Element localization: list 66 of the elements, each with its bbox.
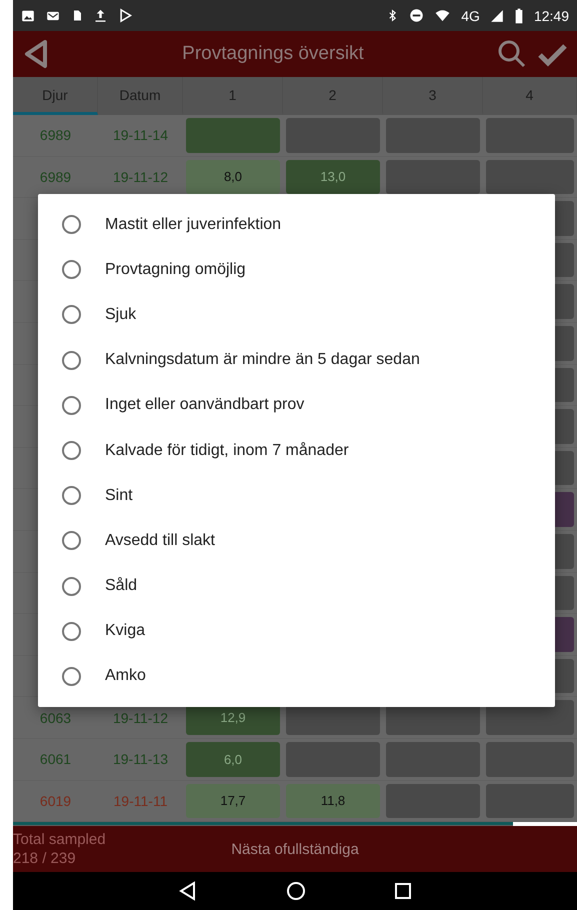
battery-icon [514,8,524,24]
animal-id: 6989 [40,168,72,185]
sample-date: 19-11-13 [112,751,168,768]
radio-button[interactable] [62,531,81,550]
sample-cell[interactable] [386,160,480,194]
recents-icon[interactable] [394,882,412,900]
sample-cell[interactable] [486,118,574,153]
reason-option[interactable]: Kalvningsdatum är mindre än 5 dagar sedan [38,338,555,383]
sample-date: 19-11-12 [112,710,168,726]
back-icon[interactable] [178,881,198,901]
sample-cell[interactable] [386,742,480,776]
sample-date: 19-11-14 [112,127,168,144]
sample-cell[interactable] [286,742,380,776]
sample-cell[interactable]: 17,7 [186,784,280,818]
reason-option[interactable]: Såld [38,564,555,609]
animal-id: 6019 [40,792,72,809]
sample-cell[interactable] [486,160,574,194]
image-icon [21,8,35,22]
back-button[interactable] [23,39,49,69]
total-sampled: Total sampled 218 / 239 [13,830,107,868]
reason-option[interactable]: Provtagning omöjlig [38,247,555,292]
sample-cell[interactable] [386,784,480,818]
radio-button[interactable] [62,215,81,234]
reason-option[interactable]: Amko [38,654,555,700]
animal-id: 6061 [40,751,72,768]
home-icon[interactable] [286,881,306,901]
play-icon [118,8,133,23]
radio-button[interactable] [62,576,81,596]
sample-cell[interactable]: 8,0 [186,160,280,194]
reason-option[interactable]: Sjuk [38,292,555,338]
radio-button[interactable] [62,486,81,506]
reason-option[interactable]: Sint [38,473,555,518]
animal-id: 6063 [40,710,72,726]
search-button[interactable] [497,39,527,69]
sample-cell[interactable] [486,784,574,818]
radio-button[interactable] [62,305,81,324]
reason-option[interactable]: Mastit eller juverinfektion [38,202,555,248]
sample-cell[interactable]: 13,0 [286,160,380,194]
sample-cell[interactable]: 11,8 [286,784,380,818]
sample-date: 19-11-11 [114,792,168,809]
radio-button[interactable] [62,622,81,641]
do-not-disturb-icon [409,8,424,23]
reason-option[interactable]: Kalvade för tidigt, inom 7 månader [38,428,555,474]
sample-cell[interactable] [386,118,480,153]
radio-button[interactable] [62,396,81,415]
animal-id: 6989 [40,127,72,144]
sample-date: 19-11-12 [112,168,168,185]
radio-button[interactable] [62,441,81,460]
next-incomplete-button[interactable]: Nästa ofullständiga [225,834,365,864]
reason-option[interactable]: Avsedd till slakt [38,518,555,564]
wifi-icon [434,8,452,23]
network-type: 4G [461,8,480,24]
radio-button[interactable] [62,666,81,686]
sim-card-icon [71,8,83,23]
screen-title: Provtagnings översikt [181,43,365,65]
upload-icon [93,8,108,23]
sample-cell[interactable] [286,118,380,153]
sample-cell[interactable] [486,742,574,776]
reason-option[interactable]: Inget eller oanvändbart prov [38,382,555,428]
sample-cell[interactable]: 6,0 [186,742,280,776]
clock-time: 12:49 [534,8,569,24]
radio-button[interactable] [62,260,81,280]
reason-option[interactable]: Kviga [38,608,555,654]
signal-icon [490,8,504,22]
radio-button[interactable] [62,350,81,370]
sample-cell[interactable] [186,118,280,153]
